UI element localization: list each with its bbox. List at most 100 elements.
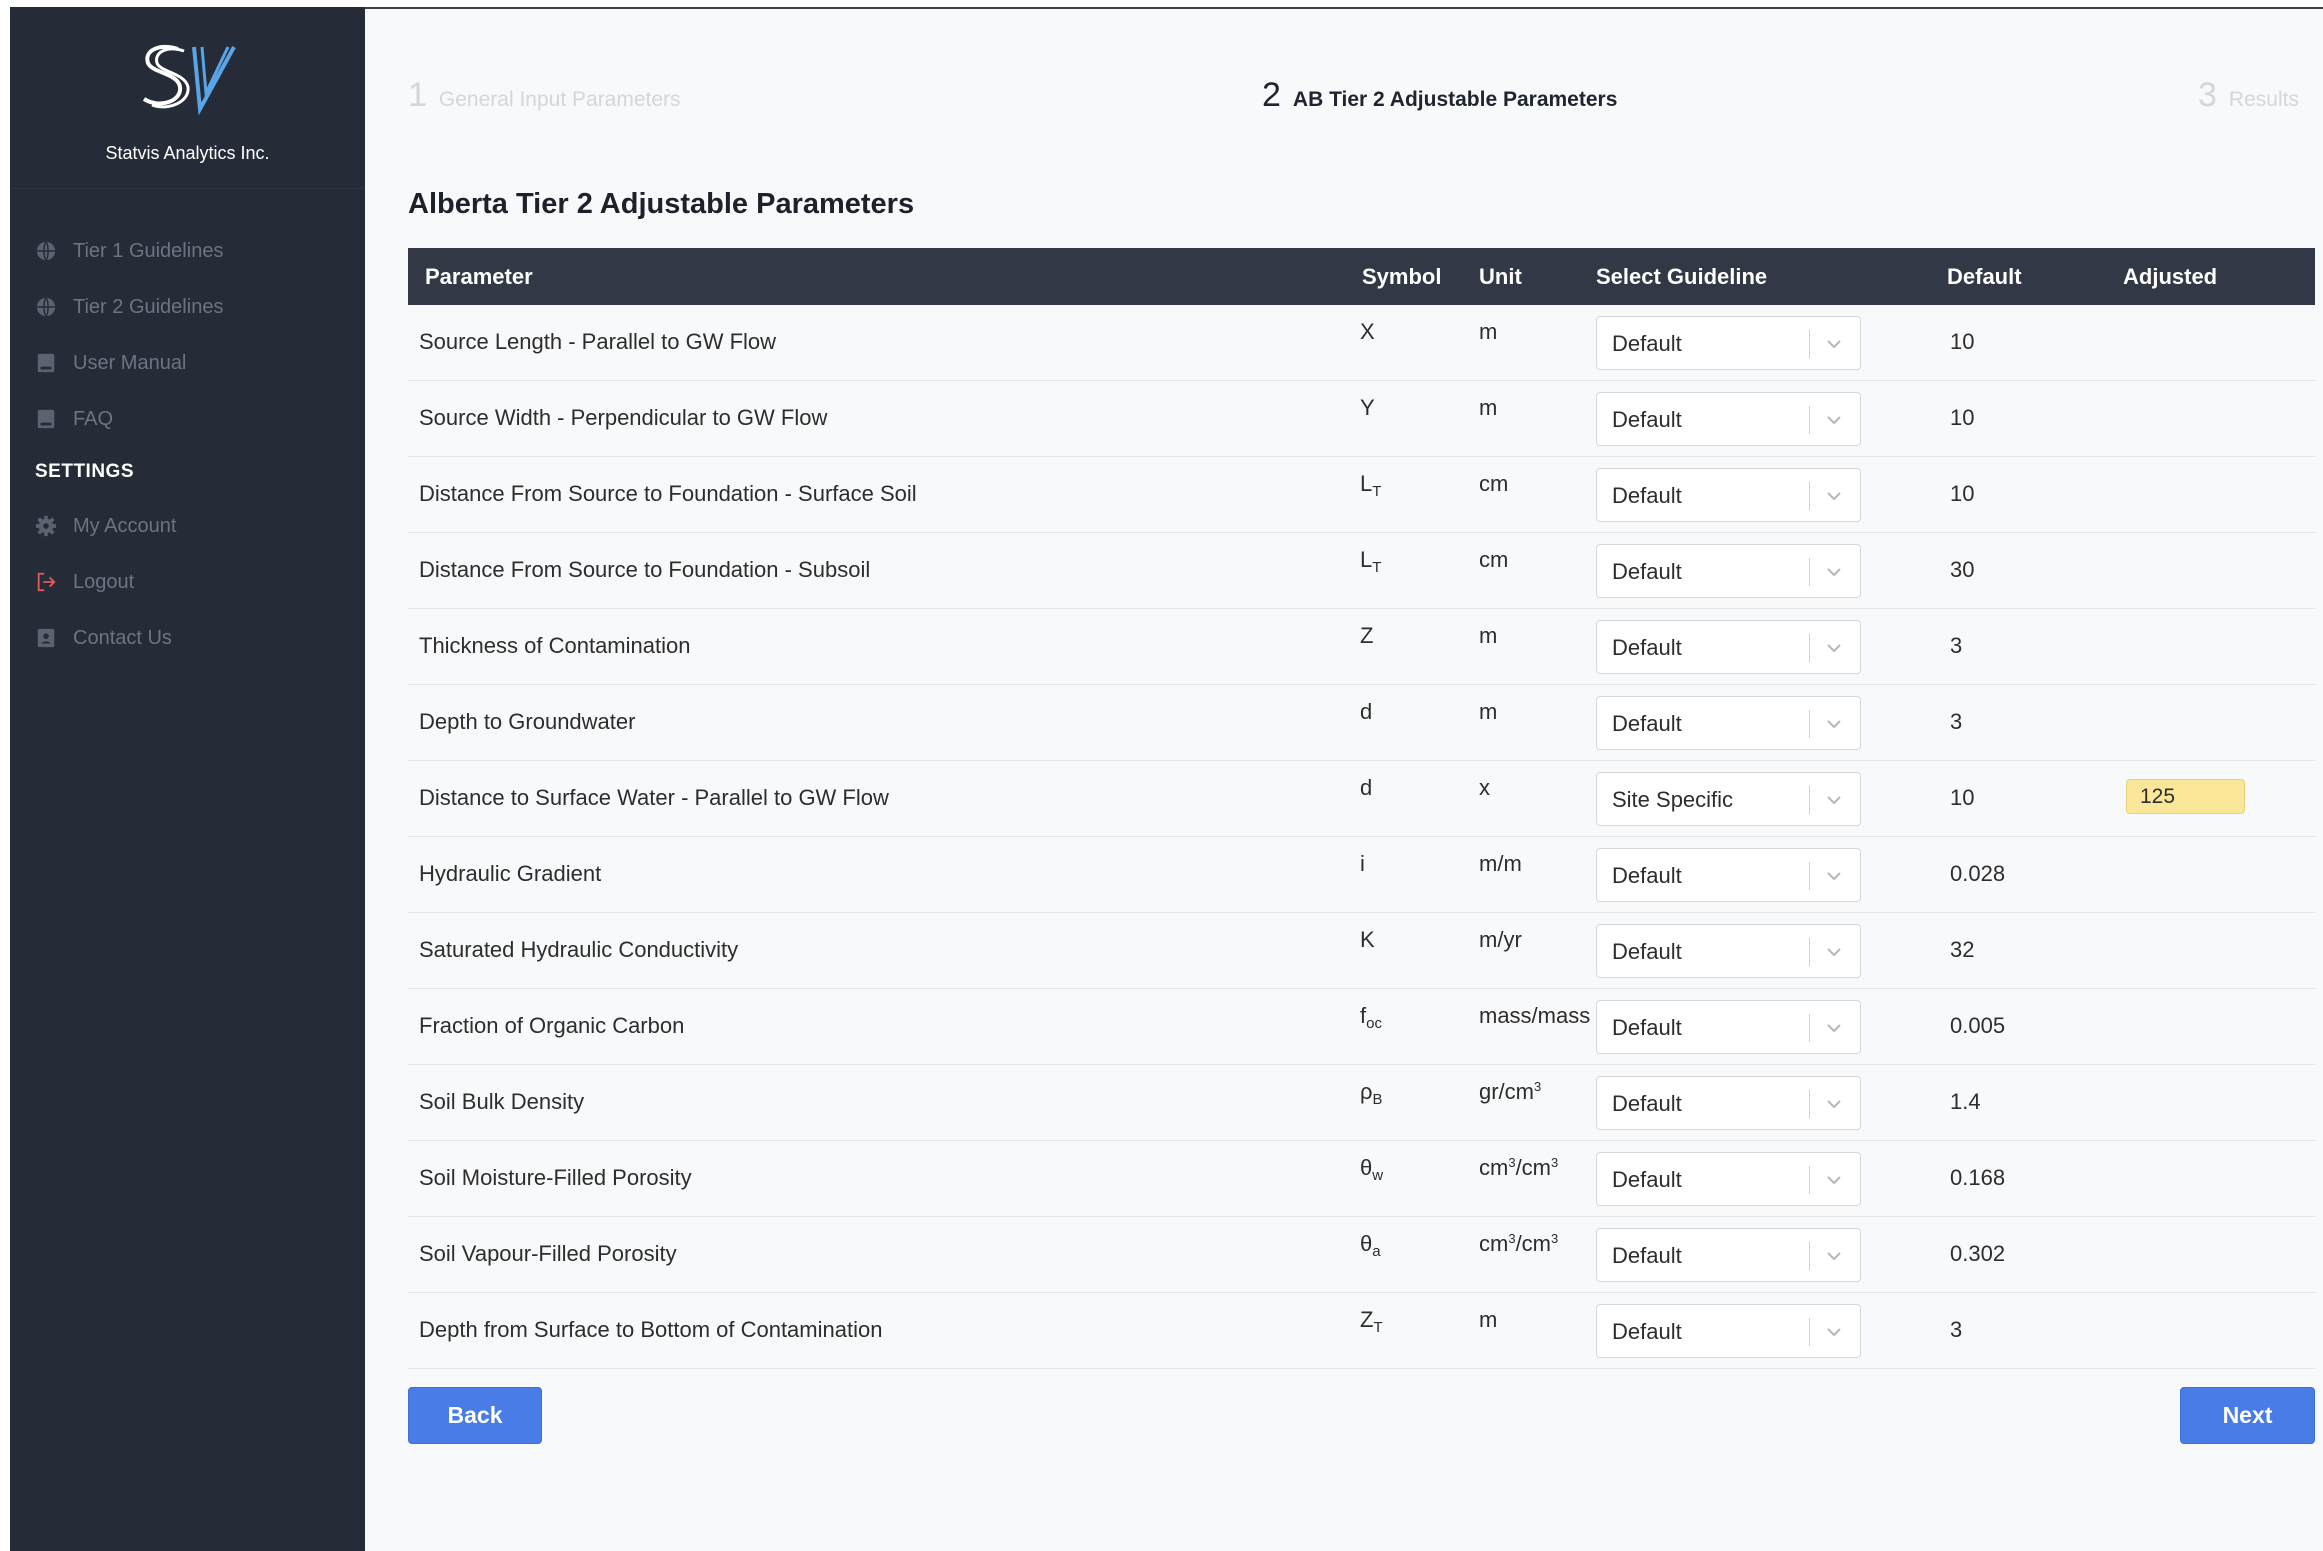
- chevron-down-icon: [1827, 796, 1841, 805]
- sidebar-item-user-manual[interactable]: User Manual: [34, 345, 186, 381]
- book-icon: [34, 351, 58, 375]
- unit-superscript: 3: [1551, 1155, 1559, 1170]
- guideline-select[interactable]: Default: [1596, 1228, 1861, 1282]
- guideline-select[interactable]: Default: [1596, 1000, 1861, 1054]
- default-value: 3: [1950, 633, 1963, 658]
- symbol-text: ρ: [1360, 1079, 1373, 1104]
- parameter-symbol: Z: [1360, 623, 1373, 649]
- sidebar-item-my-account[interactable]: My Account: [34, 508, 176, 544]
- parameter-symbol: i: [1360, 851, 1365, 877]
- default-value: 0.005: [1950, 1013, 2006, 1038]
- parameter-name: Thickness of Contamination: [419, 633, 691, 658]
- guideline-select[interactable]: Default: [1596, 316, 1861, 370]
- guideline-select[interactable]: Default: [1596, 620, 1861, 674]
- unit-text: m: [1479, 623, 1498, 648]
- symbol-text: K: [1360, 927, 1375, 952]
- unit-text: m: [1479, 699, 1498, 724]
- symbol-subscript: oc: [1366, 1015, 1382, 1032]
- unit-text: x: [1479, 775, 1490, 800]
- header-default: Default: [1947, 264, 2022, 289]
- guideline-select[interactable]: Default: [1596, 848, 1861, 902]
- parameter-name: Soil Vapour-Filled Porosity: [419, 1241, 677, 1266]
- parameter-name: Depth from Surface to Bottom of Contamin…: [419, 1317, 883, 1342]
- chevron-down-icon: [1827, 872, 1841, 881]
- guideline-select-value: Default: [1612, 939, 1682, 964]
- step-general-input[interactable]: 1 General Input Parameters: [408, 76, 681, 115]
- sidebar-item-logout[interactable]: Logout: [34, 564, 134, 600]
- select-separator: [1809, 938, 1810, 966]
- guideline-select-value: Default: [1612, 483, 1682, 508]
- next-button[interactable]: Next: [2180, 1387, 2315, 1444]
- guideline-select[interactable]: Site Specific: [1596, 772, 1861, 826]
- parameter-name: Soil Bulk Density: [419, 1089, 585, 1114]
- guideline-select-value: Default: [1612, 407, 1682, 432]
- parameter-name: Hydraulic Gradient: [419, 861, 602, 886]
- guideline-select[interactable]: Default: [1596, 696, 1861, 750]
- sidebar-item-tier1-guidelines[interactable]: Tier 1 Guidelines: [34, 233, 223, 269]
- step-results[interactable]: 3 Results: [2198, 76, 2299, 115]
- unit-text-denominator: /cm: [1515, 1231, 1552, 1256]
- default-value: 10: [1950, 481, 1975, 506]
- parameter-name: Saturated Hydraulic Conductivity: [419, 937, 739, 962]
- guideline-select-value: Site Specific: [1612, 787, 1734, 812]
- company-name: Statvis Analytics Inc.: [105, 143, 270, 163]
- guideline-select-value: Default: [1612, 331, 1682, 356]
- symbol-text: Z: [1360, 1307, 1374, 1332]
- select-separator: [1809, 634, 1810, 662]
- unit-superscript: 3: [1534, 1079, 1542, 1094]
- guideline-select-value: Default: [1612, 1015, 1682, 1040]
- guideline-select[interactable]: Default: [1596, 1152, 1861, 1206]
- sidebar-item-faq[interactable]: FAQ: [34, 401, 113, 437]
- parameter-name: Distance to Surface Water - Parallel to …: [419, 785, 889, 810]
- parameter-unit: m/m: [1479, 851, 1522, 877]
- parameter-unit: m: [1479, 623, 1497, 649]
- parameter-symbol: K: [1360, 927, 1375, 953]
- parameter-unit: x: [1479, 775, 1490, 801]
- parameter-name: Source Length - Parallel to GW Flow: [419, 329, 777, 354]
- parameter-name: Distance From Source to Foundation - Sur…: [419, 481, 917, 506]
- select-separator: [1809, 482, 1810, 510]
- guideline-select[interactable]: Default: [1596, 392, 1861, 446]
- select-separator: [1809, 406, 1810, 434]
- sidebar-item-tier2-guidelines[interactable]: Tier 2 Guidelines: [34, 289, 223, 325]
- parameter-unit: m/yr: [1479, 927, 1522, 953]
- table-row: Source Width - Perpendicular to GW Flow Y…: [408, 381, 2315, 457]
- parameter-symbol: Y: [1360, 395, 1375, 421]
- unit-text: m/yr: [1479, 927, 1522, 952]
- table-body: Source Length - Parallel to GW Flow Xm Def…: [408, 305, 2315, 1369]
- guideline-select[interactable]: Default: [1596, 468, 1861, 522]
- symbol-subscript: w: [1372, 1167, 1384, 1184]
- sidebar-item-contact-us[interactable]: Contact Us: [34, 620, 172, 656]
- sidebar-item-label: Logout: [73, 570, 135, 593]
- step-ab-tier2[interactable]: 2 AB Tier 2 Adjustable Parameters: [1262, 76, 1617, 115]
- guideline-select-value: Default: [1612, 1091, 1682, 1116]
- guideline-select[interactable]: Default: [1596, 924, 1861, 978]
- symbol-text: Z: [1360, 623, 1374, 648]
- sidebar-item-label: FAQ: [73, 407, 114, 430]
- gear-icon: [34, 514, 58, 538]
- parameter-symbol: ZT: [1360, 1307, 1383, 1336]
- table-row: Thickness of Contamination Zm Default 3: [408, 609, 2315, 685]
- unit-text: gr/cm: [1479, 1079, 1534, 1104]
- select-separator: [1809, 1090, 1810, 1118]
- sidebar-item-label: My Account: [73, 514, 177, 537]
- step-label: General Input Parameters: [438, 88, 681, 111]
- unit-text: m/m: [1479, 851, 1522, 876]
- guideline-select[interactable]: Default: [1596, 1304, 1861, 1358]
- parameter-unit: gr/cm3: [1479, 1079, 1541, 1105]
- globe-icon: [34, 295, 58, 319]
- statvis-logo: [142, 44, 236, 116]
- sidebar: Statvis Analytics Inc. Tier 1 Guidelines…: [10, 7, 365, 1551]
- header-adjusted: Adjusted: [2123, 264, 2218, 289]
- default-value: 0.028: [1950, 861, 2006, 886]
- guideline-select[interactable]: Default: [1596, 544, 1861, 598]
- unit-text: cm: [1479, 547, 1509, 572]
- parameter-unit: cm3/cm3: [1479, 1231, 1558, 1257]
- table-row: Saturated Hydraulic Conductivity Km/yr Def…: [408, 913, 2315, 989]
- guideline-select[interactable]: Default: [1596, 1076, 1861, 1130]
- step-number: 2: [1262, 76, 1281, 114]
- table-row: Distance to Surface Water - Parallel to …: [408, 761, 2315, 837]
- guideline-select-value: Default: [1612, 1167, 1682, 1192]
- adjusted-input[interactable]: 125: [2126, 779, 2245, 814]
- back-button[interactable]: Back: [408, 1387, 542, 1444]
